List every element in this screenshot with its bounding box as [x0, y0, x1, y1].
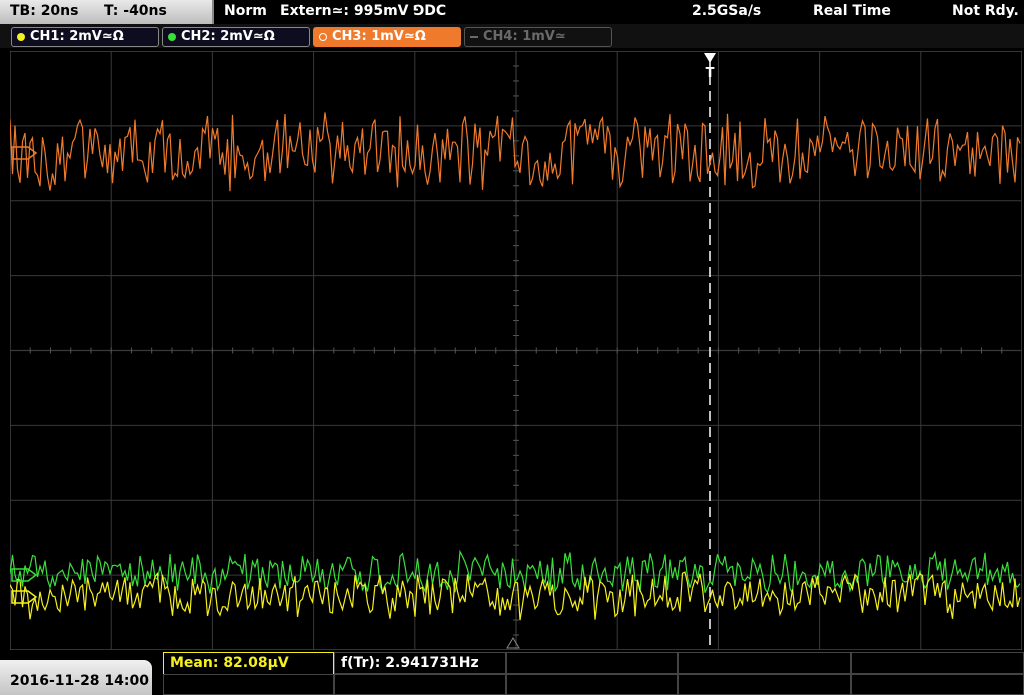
timestamp: 2016-11-28 14:00	[10, 673, 149, 689]
channel-3-label: CH3: 1mV≃Ω	[332, 29, 426, 44]
measurement-cell-frequency[interactable]: f(Tr): 2.941731Hz	[334, 652, 506, 674]
channel-bar: CH1: 2mV≃Ω CH2: 2mV≃Ω CH3: 1mV≃Ω CH4: 1m…	[0, 24, 1024, 48]
trigger-mode[interactable]: Norm	[224, 3, 267, 19]
channel-3-color-icon	[319, 33, 327, 41]
mean-measurement: Mean: 82.08µV	[170, 655, 289, 671]
channel-4-button[interactable]: CH4: 1mV≃	[464, 27, 612, 47]
measurement-panel[interactable]: Mean: 82.08µV f(Tr): 2.941731Hz	[163, 652, 1024, 695]
timebase-label: TB: 20ns	[10, 3, 79, 19]
channel-2-button[interactable]: CH2: 2mV≃Ω	[162, 27, 310, 47]
channel-1-color-icon	[17, 33, 25, 41]
channel-4-label: CH4: 1mV≃	[483, 29, 566, 44]
channel-2-color-icon	[168, 33, 176, 41]
timebase-box[interactable]: TB: 20ns T: -40ns	[0, 0, 214, 24]
channel-2-label: CH2: 2mV≃Ω	[181, 29, 275, 44]
trigger-position-t-icon: T	[706, 66, 715, 81]
measurement-cell-empty-5[interactable]	[851, 652, 1024, 674]
measurement-cell-empty-10[interactable]	[851, 674, 1024, 695]
trigger-source[interactable]: Extern≃: 995mV ⅁DC	[280, 3, 446, 19]
waveform-display[interactable]: T	[10, 51, 1022, 650]
sample-rate: 2.5GSa/s	[692, 3, 762, 19]
measurement-cell-empty-6[interactable]	[163, 674, 334, 695]
channel-4-off-icon	[470, 36, 478, 38]
measurement-cell-empty-9[interactable]	[678, 674, 851, 695]
ready-state: Not Rdy.	[952, 3, 1019, 19]
trigger-time-label: T: -40ns	[104, 3, 167, 19]
measurement-cell-empty-8[interactable]	[506, 674, 678, 695]
status-bar: TB: 20ns T: -40ns Norm Extern≃: 995mV ⅁D…	[0, 0, 1024, 24]
frequency-measurement: f(Tr): 2.941731Hz	[341, 655, 479, 671]
channel-1-label: CH1: 2mV≃Ω	[30, 29, 124, 44]
measurement-cell-empty-3[interactable]	[506, 652, 678, 674]
measurement-cell-empty-4[interactable]	[678, 652, 851, 674]
measurement-cell-mean[interactable]: Mean: 82.08µV	[163, 652, 334, 674]
bottom-bar: 2016-11-28 14:00 Mean: 82.08µV f(Tr): 2.…	[0, 652, 1024, 695]
acquisition-mode[interactable]: Real Time	[813, 3, 891, 19]
measurement-cell-empty-7[interactable]	[334, 674, 506, 695]
timestamp-box: 2016-11-28 14:00	[0, 660, 152, 695]
channel-1-button[interactable]: CH1: 2mV≃Ω	[11, 27, 159, 47]
channel-3-button[interactable]: CH3: 1mV≃Ω	[313, 27, 461, 47]
